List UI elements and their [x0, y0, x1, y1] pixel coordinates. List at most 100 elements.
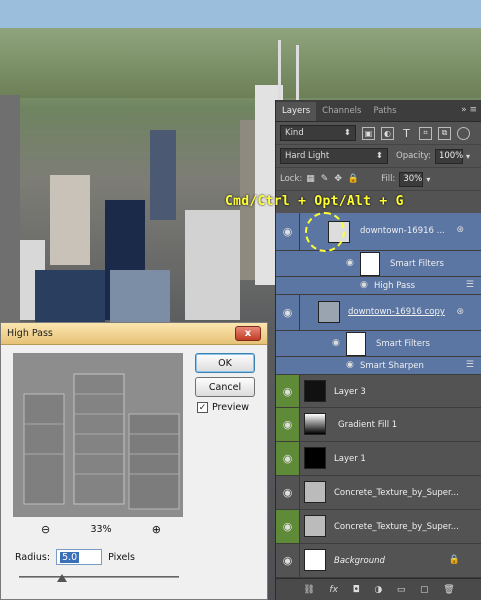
layer-row-layer1[interactable]: ◉ Layer 1: [276, 442, 481, 476]
smart-filters-eye-icon[interactable]: ◉: [346, 258, 354, 268]
ok-button[interactable]: OK: [195, 353, 255, 373]
layer-thumbnail: [304, 380, 326, 402]
tab-paths[interactable]: Paths: [367, 102, 402, 121]
layer-name: Gradient Fill 1: [338, 420, 398, 430]
fill-input[interactable]: 30%: [399, 171, 424, 187]
preview-checkbox[interactable]: ✓ Preview: [197, 402, 249, 413]
type-filter-icon[interactable]: T: [400, 127, 413, 140]
adjustment-filter-icon[interactable]: ◐: [381, 126, 394, 140]
smart-sharpen-eye-icon[interactable]: ◉: [346, 360, 354, 370]
layer-thumbnail: [318, 301, 340, 323]
layer-name: Concrete_Texture_by_Super...: [334, 522, 459, 532]
fill-label: Fill:: [381, 174, 396, 184]
layer-thumbnail: [304, 481, 326, 503]
visibility-eye-icon[interactable]: ◉: [276, 408, 300, 441]
dialog-title: High Pass: [7, 328, 53, 339]
trash-icon[interactable]: 🗑: [443, 585, 454, 595]
radius-slider-track[interactable]: [19, 576, 179, 578]
filter-kind-dropdown[interactable]: Kind ⬍: [280, 125, 356, 141]
smart-filters-label: Smart Filters: [390, 259, 444, 269]
mask-icon[interactable]: ◘: [353, 585, 360, 595]
folder-icon[interactable]: ▭: [397, 585, 406, 595]
fx-icon[interactable]: fx: [329, 585, 338, 595]
layer-name: Layer 3: [334, 387, 366, 397]
blend-mode-dropdown[interactable]: Hard Light ⬍: [280, 148, 388, 164]
layer-row-layer3[interactable]: ◉ Layer 3: [276, 375, 481, 408]
tab-layers[interactable]: Layers: [276, 102, 317, 121]
filter-toggle-icon[interactable]: [457, 126, 470, 140]
lock-pixels-icon[interactable]: ✎: [321, 174, 329, 184]
lock-position-icon[interactable]: ✥: [334, 174, 342, 184]
radius-input[interactable]: 5.0: [56, 549, 103, 565]
smart-object-icon: ⊛: [456, 225, 464, 235]
layer-thumbnail: [304, 447, 326, 469]
filter-options-icon[interactable]: ☰: [466, 280, 474, 290]
zoom-in-icon[interactable]: ⊕: [152, 523, 161, 536]
zoom-value: 33%: [90, 524, 112, 535]
lock-all-icon[interactable]: 🔒: [348, 174, 359, 184]
layer-row-background[interactable]: ◉ Background 🔒: [276, 544, 481, 578]
layers-bottom-bar: ⛓ fx ◘ ◑ ▭ ▢ 🗑: [276, 578, 481, 600]
dropdown-arrow-icon: ⬍: [375, 151, 383, 161]
blend-row: Hard Light ⬍ Opacity: 100% ▾: [276, 145, 481, 168]
radius-input-value: 5.0: [60, 551, 80, 563]
panel-menu-icon[interactable]: » ≡: [461, 105, 477, 115]
layer-name: Concrete_Texture_by_Super...: [334, 488, 459, 498]
visibility-eye-icon[interactable]: ◉: [276, 442, 300, 475]
tab-channels[interactable]: Channels: [316, 102, 367, 121]
pixel-filter-icon[interactable]: ▣: [362, 126, 375, 140]
layer-name: downtown-16916 copy: [348, 307, 445, 317]
lock-transparent-icon[interactable]: ▦: [306, 174, 315, 184]
filter-options-icon[interactable]: ☰: [466, 360, 474, 370]
layer-row-concrete-1[interactable]: ◉ Concrete_Texture_by_Super...: [276, 476, 481, 510]
radius-slider-thumb[interactable]: [57, 574, 67, 582]
high-pass-label: High Pass: [374, 281, 416, 291]
new-layer-icon[interactable]: ▢: [420, 585, 429, 595]
visibility-eye-icon[interactable]: ◉: [276, 213, 300, 250]
high-pass-eye-icon[interactable]: ◉: [360, 280, 368, 290]
shape-filter-icon[interactable]: ⌗: [419, 126, 432, 140]
layer-thumbnail: [304, 413, 326, 435]
blend-mode-value: Hard Light: [285, 151, 330, 161]
opacity-input[interactable]: 100%: [434, 148, 463, 164]
smart-filters-eye-icon[interactable]: ◉: [332, 338, 340, 348]
layer-thumbnail: [304, 549, 326, 571]
dropdown-arrow-icon: ⬍: [343, 128, 351, 138]
smart-filters-row-2[interactable]: ◉ Smart Filters: [276, 331, 481, 357]
smart-object-filter-icon[interactable]: ⧉: [438, 126, 451, 140]
visibility-eye-icon[interactable]: ◉: [276, 510, 300, 543]
zoom-out-icon[interactable]: ⊖: [41, 523, 50, 536]
layer-name: Background: [334, 556, 385, 566]
fill-dropdown-icon[interactable]: ▾: [426, 175, 430, 184]
radius-label: Radius:: [15, 551, 51, 563]
filter-preview[interactable]: [13, 353, 183, 517]
layer-row-downtown-copy[interactable]: ◉ downtown-16916 copy ⊛: [276, 295, 481, 331]
lock-row: Lock: ▦ ✎ ✥ 🔒 Fill: 30% ▾: [276, 168, 481, 191]
close-button[interactable]: x: [235, 326, 261, 341]
layer-row-gradient-fill[interactable]: ◉ Gradient Fill 1: [276, 408, 481, 442]
smart-filters-row[interactable]: ◉ Smart Filters: [276, 251, 481, 277]
preview-image: [14, 354, 182, 516]
checkbox-check-icon[interactable]: ✓: [197, 402, 208, 413]
cancel-button[interactable]: Cancel: [195, 377, 255, 397]
visibility-eye-icon[interactable]: ◉: [276, 295, 300, 330]
panel-tabs: Layers Channels Paths » ≡: [276, 100, 481, 122]
layers-panel: Layers Channels Paths » ≡ Kind ⬍ ▣ ◐ T ⌗…: [275, 100, 481, 600]
high-pass-filter-row[interactable]: ◉ High Pass ☰: [276, 277, 481, 295]
smart-filters-label: Smart Filters: [376, 339, 430, 349]
visibility-eye-icon[interactable]: ◉: [276, 544, 300, 577]
visibility-eye-icon[interactable]: ◉: [276, 375, 300, 407]
smart-sharpen-filter-row[interactable]: ◉ Smart Sharpen ☰: [276, 357, 481, 375]
opacity-dropdown-icon[interactable]: ▾: [466, 152, 470, 161]
layer-name: Layer 1: [334, 454, 366, 464]
dialog-titlebar: High Pass x: [1, 323, 267, 345]
layer-row-concrete-2[interactable]: ◉ Concrete_Texture_by_Super...: [276, 510, 481, 544]
radius-row: Radius: 5.0 Pixels: [15, 549, 135, 565]
link-icon[interactable]: ⛓: [303, 585, 314, 595]
adjustment-icon[interactable]: ◑: [374, 585, 382, 595]
radius-unit: Pixels: [108, 551, 135, 563]
opacity-label: Opacity:: [396, 151, 431, 161]
clipping-circle-highlight: [305, 212, 345, 252]
visibility-eye-icon[interactable]: ◉: [276, 476, 300, 509]
